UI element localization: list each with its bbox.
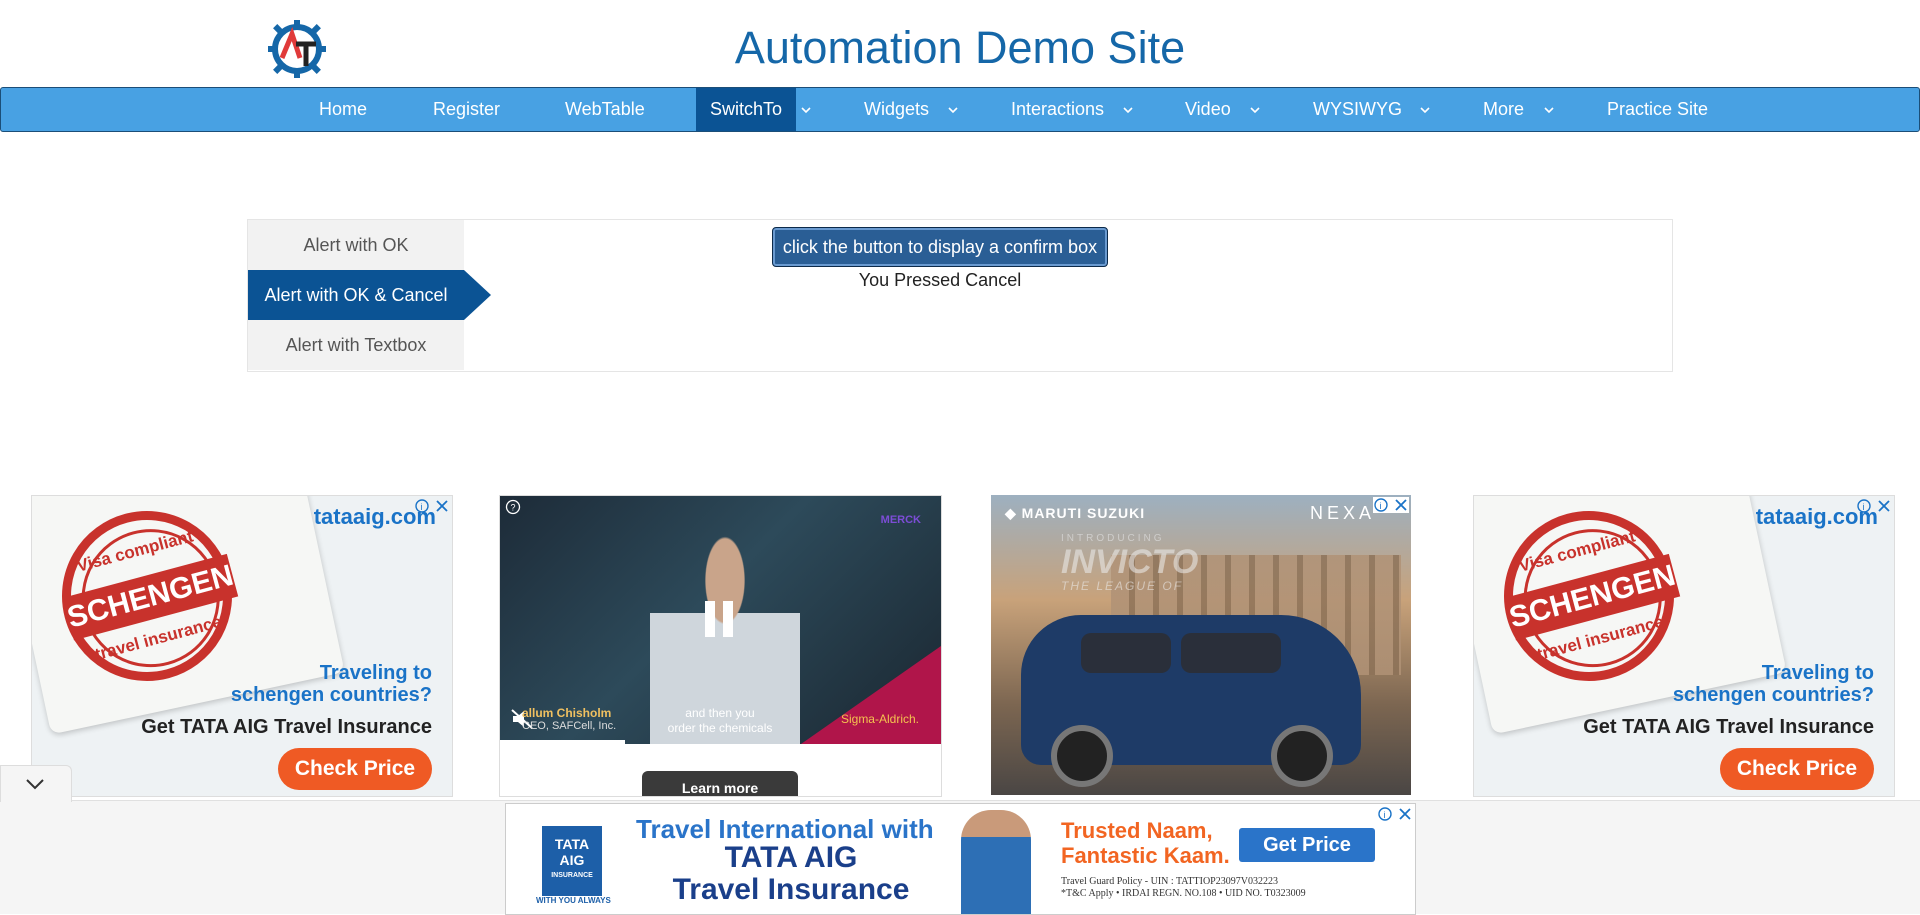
confirm-result-text: You Pressed Cancel	[858, 270, 1022, 290]
suzuki-brand-text: MARUTI SUZUKI	[1021, 505, 1146, 521]
nav-home[interactable]: Home	[319, 88, 367, 131]
banner-fine-print: Travel Guard Policy - UIN : TATTIOP23097…	[1061, 876, 1306, 900]
tab-alert-ok[interactable]: Alert with OK	[248, 220, 464, 270]
wysiwyg-chevron-down-icon[interactable]	[1418, 103, 1432, 117]
ad-info-close-icon[interactable]: i	[1377, 806, 1413, 822]
nav-interactions[interactable]: Interactions	[1011, 88, 1104, 131]
help-icon[interactable]: ?	[505, 499, 521, 515]
tab-alert-textbox[interactable]: Alert with Textbox	[248, 320, 464, 370]
nav-more[interactable]: More	[1483, 88, 1524, 131]
ad-schengen-left[interactable]: Visa compliant SCHENGEN travel insurance…	[31, 495, 453, 797]
video-chevron-down-icon[interactable]	[1248, 103, 1262, 117]
banner-trusted: Trusted Naam, Fantastic Kaam.	[1061, 818, 1230, 868]
nav-video[interactable]: Video	[1185, 88, 1231, 131]
logo-tagline: WITH YOU ALWAYS	[536, 896, 611, 905]
suzuki-tagline-league: THE LEAGUE OF	[1061, 579, 1184, 593]
pause-icon[interactable]	[705, 601, 741, 642]
trusted-line-1: Trusted Naam,	[1061, 818, 1213, 843]
trusted-line-2: Fantastic Kaam.	[1061, 843, 1230, 868]
banner-line-2: TATA AIG	[724, 841, 858, 874]
ad-subline: Get TATA AIG Travel Insurance	[1583, 716, 1874, 738]
site-header: Automation Demo Site	[0, 0, 1920, 88]
nav-wysiwyg[interactable]: WYSIWYG	[1313, 88, 1402, 131]
video-caption-line-1: and then you	[685, 706, 755, 720]
nexa-brand: NEXA	[1309, 503, 1375, 523]
nav-switchto[interactable]: SwitchTo	[696, 88, 796, 131]
chevron-down-icon	[26, 779, 44, 790]
ad-headline-line-1: Traveling to	[1761, 662, 1874, 684]
video-caption: and then you order the chemicals	[660, 706, 780, 736]
svg-text:i: i	[1380, 501, 1382, 511]
suzuki-logo-icon: ◆	[1005, 505, 1022, 521]
fine-print-line-2: *T&C Apply • IRDAI REGN. NO.108 • UID NO…	[1061, 888, 1306, 899]
banner-person-graphic	[961, 810, 1031, 914]
tab-alert-ok-cancel[interactable]: Alert with OK & Cancel	[248, 270, 464, 320]
logo-line-1: TATA	[554, 836, 590, 852]
switchto-chevron-down-icon[interactable]	[799, 103, 813, 117]
ad-check-price-button[interactable]: Check Price	[1720, 748, 1874, 790]
ad-tata-aig-banner[interactable]: TATA AIG INSURANCE WITH YOU ALWAYS Trave…	[505, 803, 1416, 915]
car-window	[1081, 633, 1171, 673]
ad-info-close-icon[interactable]: i	[1856, 498, 1892, 514]
ad-headline-line-2: schengen countries?	[230, 684, 432, 706]
active-tab-arrow	[464, 270, 491, 320]
suzuki-brand: ◆ MARUTI SUZUKI	[1005, 505, 1145, 522]
video-caption-line-2: order the chemicals	[667, 721, 773, 735]
nav-register[interactable]: Register	[433, 88, 500, 131]
confirm-box-button[interactable]: click the button to display a confirm bo…	[772, 227, 1108, 267]
ad-check-price-button[interactable]: Check Price	[278, 748, 432, 790]
car-wheel	[1271, 725, 1333, 787]
car-graphic	[1021, 615, 1361, 787]
get-price-button[interactable]: Get Price	[1239, 828, 1375, 862]
interactions-chevron-down-icon[interactable]	[1121, 103, 1135, 117]
fine-print-line-1: Travel Guard Policy - UIN : TATTIOP23097…	[1061, 876, 1278, 887]
svg-text:?: ?	[511, 503, 516, 513]
nav-practice-site[interactable]: Practice Site	[1607, 88, 1708, 131]
car-window	[1181, 633, 1281, 673]
main-nav: Home Register WebTable SwitchTo Widgets …	[0, 87, 1920, 132]
site-title: Automation Demo Site	[734, 22, 1186, 73]
nav-webtable[interactable]: WebTable	[565, 88, 645, 131]
video-person-name: allum Chisholm	[522, 706, 612, 720]
video-frame[interactable]: ? MERCK allum Chisholm CEO, SAFCell, Inc…	[500, 496, 941, 744]
car-wheel	[1051, 725, 1113, 787]
logo-line-3: INSURANCE	[551, 872, 593, 879]
ad-headline: Traveling to schengen countries?	[1673, 662, 1874, 706]
ad-info-close-icon[interactable]: i	[1373, 497, 1409, 513]
video-person-role: CEO, SAFCell, Inc.	[522, 720, 617, 732]
svg-text:i: i	[1384, 810, 1386, 820]
ad-headline-line-2: schengen countries?	[1672, 684, 1874, 706]
svg-text:i: i	[421, 502, 423, 512]
svg-text:i: i	[1863, 502, 1865, 512]
banner-subheadline: TATA AIG Travel Insurance	[636, 842, 946, 906]
ad-info-close-icon[interactable]: i	[414, 498, 450, 514]
ad-video[interactable]: ? MERCK allum Chisholm CEO, SAFCell, Inc…	[499, 495, 942, 797]
ad-maruti-suzuki[interactable]: ◆ MARUTI SUZUKI NEXA INTRODUCING INVICTO…	[991, 495, 1411, 795]
ad-schengen-right[interactable]: Visa compliant SCHENGEN travel insurance…	[1473, 495, 1895, 797]
more-chevron-down-icon[interactable]	[1542, 103, 1556, 117]
nav-widgets[interactable]: Widgets	[864, 88, 929, 131]
ad-headline-line-1: Traveling to	[319, 662, 432, 684]
video-progress-bar[interactable]	[500, 740, 625, 744]
logo-line-2: AIG	[559, 852, 585, 868]
banner-line-3: Travel Insurance	[672, 873, 910, 906]
video-brand: MERCK	[880, 514, 921, 526]
ad-headline: Traveling to schengen countries?	[231, 662, 432, 706]
tata-aig-logo: TATA AIG INSURANCE	[542, 826, 602, 896]
collapse-ad-toggle[interactable]	[0, 765, 72, 802]
video-sponsor: Sigma-Aldrich.	[840, 712, 919, 726]
learn-more-button[interactable]: Learn more	[642, 771, 798, 796]
alerts-panel: Alert with OK Alert with OK & Cancel Ale…	[247, 219, 1673, 372]
widgets-chevron-down-icon[interactable]	[946, 103, 960, 117]
suzuki-model-name: INVICTO	[1061, 543, 1199, 581]
sponsor-triangle-graphic	[801, 646, 941, 744]
ad-subline: Get TATA AIG Travel Insurance	[141, 716, 432, 738]
